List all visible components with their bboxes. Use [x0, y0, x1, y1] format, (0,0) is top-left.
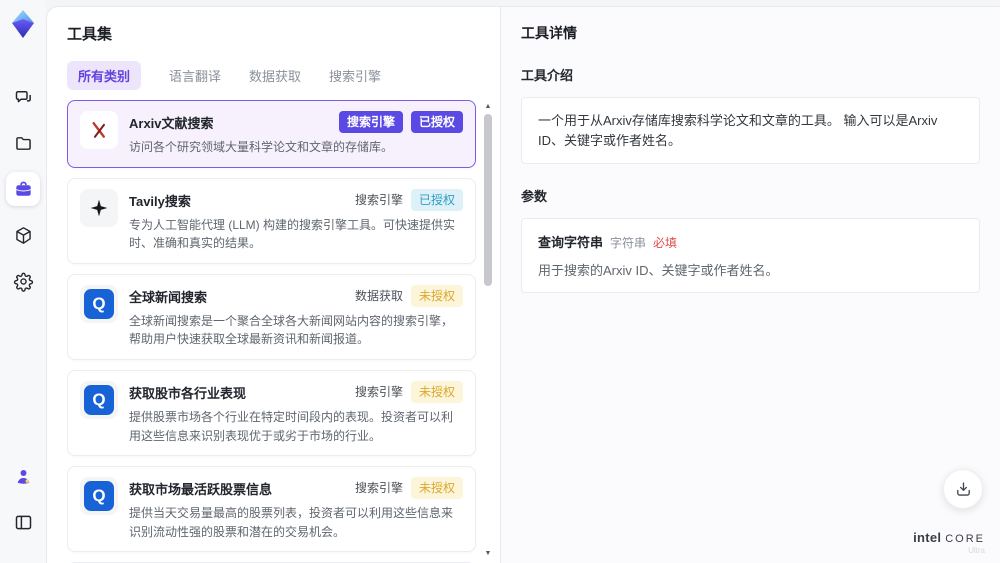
tool-card[interactable]: Q 获取市场最活跃股票信息 搜索引擎 未授权提供当天交易量最高的股票列表，投资者可以利… — [67, 466, 476, 553]
nav-rail — [0, 0, 46, 563]
tool-description: 提供当天交易量最高的股票列表，投资者可以利用这些信息来识别流动性强的股票和潜在的… — [129, 506, 454, 539]
tool-name: Arxiv文献搜索 — [129, 116, 214, 131]
tool-list: Arxiv文献搜索 搜索引擎 已授权 访问各个研究领域大量科学论文和文章的存储库。 Ta… — [67, 100, 476, 563]
intro-text: 一个用于从Arxiv存储库搜索科学论文和文章的工具。 输入可以是Arxiv ID… — [538, 113, 938, 148]
tool-description: 访问各个研究领域大量科学论文和文章的存储库。 — [129, 140, 394, 154]
panel-toggle-icon[interactable] — [6, 505, 40, 539]
tool-description: 提供股票市场各个行业在特定时间段内的表现。投资者可以利用这些信息来识别表现优于或… — [129, 409, 454, 443]
category-tabs: 所有类别 语言翻译 数据获取 搜索引擎 — [67, 61, 500, 90]
star-icon — [80, 188, 118, 227]
user-icon[interactable] — [6, 459, 40, 493]
arxiv-logo-icon — [80, 111, 118, 149]
params-heading: 参数 — [521, 189, 548, 204]
core-brand-text: CORE — [945, 533, 985, 545]
scrollbar[interactable]: ▲ ▼ — [482, 102, 494, 559]
tool-name: Tavily搜索 — [129, 193, 191, 209]
q-logo-icon: Q — [80, 284, 118, 323]
tab-search-engine[interactable]: 搜索引擎 — [329, 61, 381, 90]
scroll-up-icon[interactable]: ▲ — [482, 102, 494, 112]
tool-card[interactable]: Q 获取股市各行业表现 搜索引擎 未授权提供股票市场各个行业在特定时间段内的表现。投资… — [67, 369, 476, 457]
tab-data-fetch[interactable]: 数据获取 — [249, 61, 301, 90]
tool-category-badge: 数据获取 — [354, 288, 403, 303]
download-icon — [956, 481, 970, 496]
tool-category-badge: 搜索引擎 — [354, 192, 403, 207]
intro-heading: 工具介绍 — [521, 68, 574, 83]
tool-auth-badge: 已授权 — [410, 188, 463, 211]
cube-icon[interactable] — [6, 218, 40, 252]
tool-name: 获取市场最活跃股票信息 — [129, 482, 273, 498]
tool-category-badge: 搜索引擎 — [338, 111, 403, 133]
tool-details-panel: 工具详情 工具介绍 一个用于从Arxiv存储库搜索科学论文和文章的工具。 输入可… — [501, 7, 1000, 563]
tool-name: 获取股市各行业表现 — [129, 385, 247, 401]
page-title: 工具集 — [67, 26, 113, 43]
tool-card[interactable]: Q 全球新闻搜索 数据获取 未授权全球新闻搜索是一个聚合全球各大新闻网站内容的搜索引擎… — [67, 273, 476, 360]
chat-icon[interactable] — [6, 80, 40, 114]
intel-brand-text: intel — [913, 530, 942, 545]
tool-description: 全球新闻搜索是一个聚合全球各大新闻网站内容的搜索引擎，帮助用户快速获取全球最新资… — [129, 313, 454, 347]
intro-box: 一个用于从Arxiv存储库搜索科学论文和文章的工具。 输入可以是Arxiv ID… — [521, 97, 980, 164]
q-logo-icon: Q — [80, 477, 118, 516]
tool-auth-badge: 已授权 — [410, 111, 463, 133]
app-window: 工具集 所有类别 语言翻译 数据获取 搜索引擎 Arxiv文献搜索 搜索引擎 已授权… — [0, 0, 1000, 563]
download-button[interactable] — [943, 469, 983, 509]
tool-auth-badge: 未授权 — [410, 284, 463, 307]
app-logo-icon[interactable] — [7, 8, 39, 40]
folder-icon[interactable] — [6, 126, 40, 160]
tool-name: 全球新闻搜索 — [129, 289, 208, 305]
param-name: 查询字符串 — [538, 235, 604, 250]
scroll-down-icon[interactable]: ▼ — [482, 549, 494, 559]
tool-auth-badge: 未授权 — [410, 477, 463, 500]
tool-category-badge: 搜索引擎 — [354, 481, 403, 496]
param-description: 用于搜索的Arxiv ID、关键字或作者姓名。 — [538, 263, 779, 278]
details-title: 工具详情 — [521, 25, 577, 41]
scrollbar-thumb[interactable] — [484, 114, 492, 286]
tool-card[interactable]: Tavily搜索 搜索引擎 已授权专为人工智能代理 (LLM) 构建的搜索引擎工具。… — [67, 177, 476, 264]
param-type: 字符串 — [610, 236, 647, 250]
tool-description: 专为人工智能代理 (LLM) 构建的搜索引擎工具。可快速提供实时、准确和真实的结… — [129, 217, 456, 251]
tool-list-container: Arxiv文献搜索 搜索引擎 已授权 访问各个研究领域大量科学论文和文章的存储库。 Ta… — [67, 100, 500, 563]
param-box: 查询字符串 字符串 必填 用于搜索的Arxiv ID、关键字或作者姓名。 — [521, 218, 980, 293]
gear-icon[interactable] — [6, 264, 40, 298]
intel-core-logo: intel CORE Ultra — [913, 530, 985, 555]
ultra-brand-text: Ultra — [968, 546, 985, 555]
tool-category-badge: 搜索引擎 — [354, 384, 403, 399]
briefcase-icon[interactable] — [6, 172, 40, 206]
tool-card[interactable]: Arxiv文献搜索 搜索引擎 已授权访问各个研究领域大量科学论文和文章的存储库。 — [67, 100, 476, 168]
tab-language-translation[interactable]: 语言翻译 — [169, 61, 221, 90]
param-required-badge: 必填 — [653, 236, 678, 250]
tools-panel: 工具集 所有类别 语言翻译 数据获取 搜索引擎 Arxiv文献搜索 搜索引擎 已授权… — [47, 7, 500, 563]
tool-auth-badge: 未授权 — [410, 380, 463, 403]
tab-all-categories[interactable]: 所有类别 — [67, 61, 142, 90]
main-content: 工具集 所有类别 语言翻译 数据获取 搜索引擎 Arxiv文献搜索 搜索引擎 已授权… — [46, 6, 1000, 563]
q-logo-icon: Q — [80, 380, 118, 419]
